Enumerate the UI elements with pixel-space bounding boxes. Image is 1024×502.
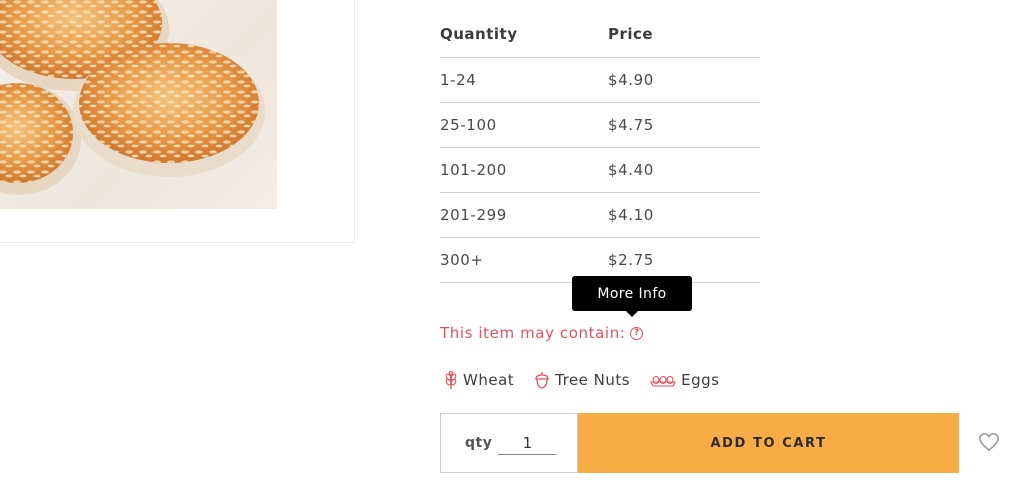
price-cell: $4.40 [608, 147, 760, 193]
price-cell: $4.75 [608, 102, 760, 148]
table-row: 1-24 $4.90 [440, 57, 760, 103]
quantity-selector: qty [440, 413, 578, 473]
more-info-tooltip: More Info [572, 276, 692, 317]
product-photo [0, 0, 277, 209]
allergy-warning: This item may contain: ? [440, 324, 644, 342]
table-header-row: Quantity Price [440, 12, 760, 58]
heart-icon[interactable] [978, 432, 1000, 452]
quantity-column-header: Quantity [440, 12, 608, 58]
allergen-item-tree-nuts: Tree Nuts [534, 371, 630, 389]
allergen-label: Tree Nuts [555, 371, 631, 389]
quantity-cell: 1-24 [440, 57, 608, 103]
allergy-warning-label: This item may contain: [440, 324, 626, 342]
table-row: 101-200 $4.40 [440, 147, 760, 193]
allergen-list: Wheat Tree Nuts Eggs [444, 370, 739, 390]
eggs-icon [650, 375, 676, 387]
allergen-item-wheat: Wheat [444, 370, 514, 390]
add-to-cart-button[interactable]: ADD TO CART [578, 413, 959, 473]
acorn-icon [535, 372, 549, 389]
table-row: 201-299 $4.10 [440, 192, 760, 238]
quantity-cell: 25-100 [440, 102, 608, 148]
product-image-frame [0, 0, 355, 243]
price-cell: $4.90 [608, 57, 760, 103]
price-cell: $4.10 [608, 192, 760, 238]
table-row: 25-100 $4.75 [440, 102, 760, 148]
quantity-input[interactable] [498, 431, 557, 455]
allergen-label: Wheat [463, 371, 515, 389]
allergen-label: Eggs [681, 371, 720, 389]
price-column-header: Price [608, 12, 760, 58]
allergen-item-eggs: Eggs [650, 371, 719, 389]
qty-label: qty [465, 435, 493, 451]
quantity-cell: 201-299 [440, 192, 608, 238]
wheat-icon [445, 370, 457, 389]
quantity-pricing-table: Quantity Price 1-24 $4.90 25-100 $4.75 1… [440, 12, 760, 283]
quantity-cell: 101-200 [440, 147, 608, 193]
question-circle-icon[interactable]: ? [630, 326, 644, 340]
